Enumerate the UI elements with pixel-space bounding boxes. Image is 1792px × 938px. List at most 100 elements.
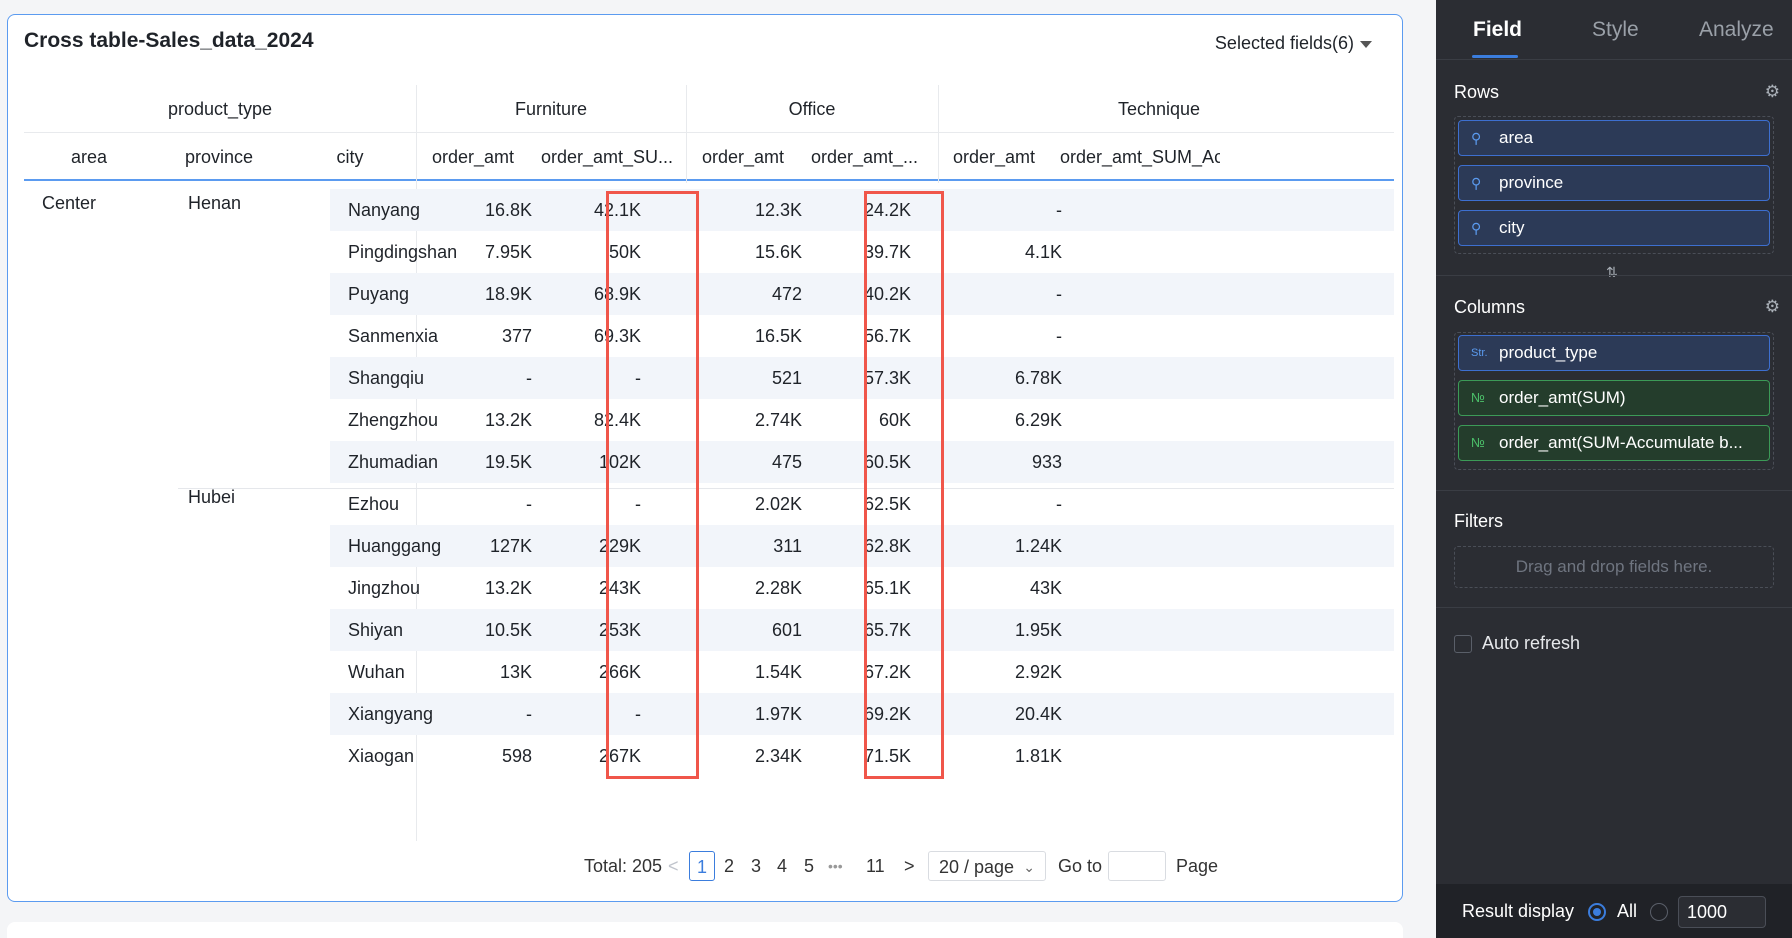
city-cell[interactable]: Sanmenxia [348, 315, 438, 363]
pagination-page-3[interactable]: 3 [751, 851, 761, 881]
pagination-page-1[interactable]: 1 [689, 851, 715, 881]
tab-field[interactable]: Field [1473, 18, 1522, 42]
value-cell[interactable]: 6.78K [962, 357, 1062, 405]
selected-fields-dropdown[interactable]: Selected fields(6) [1215, 33, 1372, 54]
header-furniture-order-amt-sum-acc[interactable]: order_amt_SU... [541, 133, 676, 181]
cross-table-card: Cross table-Sales_data_2024 Selected fie… [7, 14, 1403, 902]
value-cell[interactable]: 7.95K [432, 231, 532, 279]
auto-refresh-checkbox[interactable] [1454, 635, 1472, 653]
city-cell[interactable]: Nanyang [348, 189, 420, 237]
goto-label: Go to [1058, 856, 1103, 876]
header-province[interactable]: province [154, 133, 284, 181]
city-cell[interactable]: Zhumadian [348, 441, 438, 489]
tab-analyze[interactable]: Analyze [1699, 18, 1774, 42]
city-cell[interactable]: Shangqiu [348, 357, 424, 405]
row-field-province[interactable]: ⚲ province [1458, 165, 1770, 201]
header-office-order-amt[interactable]: order_amt [702, 133, 802, 181]
value-cell[interactable]: 13K [432, 651, 532, 699]
city-cell[interactable]: Xiaogan [348, 735, 414, 783]
city-cell[interactable]: Shiyan [348, 609, 403, 657]
value-cell[interactable]: 2.92K [962, 651, 1062, 699]
value-cell[interactable]: 598 [432, 735, 532, 783]
goto-page-input[interactable] [1108, 851, 1166, 881]
swap-rows-columns-icon[interactable]: ⇅ [1606, 264, 1618, 281]
value-cell[interactable]: 475 [702, 441, 802, 489]
value-cell[interactable]: - [962, 273, 1062, 321]
value-cell[interactable]: - [432, 483, 532, 531]
city-cell[interactable]: Zhengzhou [348, 399, 438, 447]
value-cell[interactable]: - [432, 357, 532, 405]
value-cell[interactable]: - [962, 315, 1062, 363]
value-cell[interactable]: 1.24K [962, 525, 1062, 573]
pagination-page-4[interactable]: 4 [777, 851, 787, 881]
row-field-city[interactable]: ⚲ city [1458, 210, 1770, 246]
pagination-prev-icon[interactable]: < [668, 851, 679, 881]
page-size-select[interactable]: 20 / page ⌄ [928, 851, 1046, 881]
province-cell[interactable]: Henan [188, 193, 241, 214]
header-city[interactable]: city [284, 133, 416, 181]
header-technique-order-amt-sum-acc[interactable]: order_amt_SUM_Acc [1060, 133, 1220, 181]
value-cell[interactable]: 472 [702, 273, 802, 321]
value-cell[interactable]: 12.3K [702, 189, 802, 237]
city-cell[interactable]: Jingzhou [348, 567, 420, 615]
pagination-page-2[interactable]: 2 [724, 851, 734, 881]
value-cell[interactable]: 15.6K [702, 231, 802, 279]
value-cell[interactable]: 43K [962, 567, 1062, 615]
value-cell[interactable]: 16.8K [432, 189, 532, 237]
value-cell[interactable]: 16.5K [702, 315, 802, 363]
value-cell[interactable]: 933 [962, 441, 1062, 489]
value-cell[interactable]: - [432, 693, 532, 741]
value-cell[interactable]: 13.2K [432, 567, 532, 615]
header-office-order-amt-sum-acc[interactable]: order_amt_... [811, 133, 936, 181]
value-cell[interactable]: - [962, 483, 1062, 531]
result-limit-radio[interactable] [1650, 903, 1668, 921]
value-cell[interactable]: 10.5K [432, 609, 532, 657]
result-all-radio[interactable] [1588, 903, 1606, 921]
value-cell[interactable]: 13.2K [432, 399, 532, 447]
result-limit-input[interactable]: 1000 [1678, 896, 1766, 928]
value-cell[interactable]: - [962, 189, 1062, 237]
pagination-next-icon[interactable]: > [904, 851, 915, 881]
value-cell[interactable]: 4.1K [962, 231, 1062, 279]
province-cell[interactable]: Hubei [188, 487, 235, 508]
filters-drop-zone[interactable]: Drag and drop fields here. [1454, 546, 1774, 588]
value-cell[interactable]: 377 [432, 315, 532, 363]
value-cell[interactable]: 19.5K [432, 441, 532, 489]
section-divider [1436, 275, 1792, 276]
value-cell[interactable]: 601 [702, 609, 802, 657]
pagination-ellipsis[interactable]: ••• [828, 851, 843, 881]
header-technique-order-amt[interactable]: order_amt [953, 133, 1053, 181]
value-cell[interactable]: 2.28K [702, 567, 802, 615]
header-area[interactable]: area [24, 133, 154, 181]
area-cell[interactable]: Center [42, 193, 96, 214]
city-cell[interactable]: Huanggang [348, 525, 441, 573]
city-cell[interactable]: Ezhou [348, 483, 399, 531]
value-cell[interactable]: 6.29K [962, 399, 1062, 447]
tab-style[interactable]: Style [1592, 18, 1639, 42]
value-cell[interactable]: 1.81K [962, 735, 1062, 783]
pagination-page-11[interactable]: 11 [866, 851, 885, 881]
city-cell[interactable]: Wuhan [348, 651, 405, 699]
column-separator [686, 85, 687, 183]
value-cell[interactable]: 20.4K [962, 693, 1062, 741]
value-cell[interactable]: 311 [702, 525, 802, 573]
value-cell[interactable]: 1.95K [962, 609, 1062, 657]
column-field-order-amt-sum[interactable]: № order_amt(SUM) [1458, 380, 1770, 416]
value-cell[interactable]: 18.9K [432, 273, 532, 321]
value-cell[interactable]: 1.54K [702, 651, 802, 699]
city-cell[interactable]: Puyang [348, 273, 409, 321]
columns-gear-icon[interactable]: ⚙ [1765, 297, 1780, 317]
value-cell[interactable]: 2.02K [702, 483, 802, 531]
value-cell[interactable]: 2.74K [702, 399, 802, 447]
value-cell[interactable]: 127K [432, 525, 532, 573]
value-cell[interactable]: 2.34K [702, 735, 802, 783]
value-cell[interactable]: 1.97K [702, 693, 802, 741]
city-cell[interactable]: Xiangyang [348, 693, 433, 741]
pagination-page-5[interactable]: 5 [804, 851, 814, 881]
column-field-order-amt-accumulate[interactable]: № order_amt(SUM-Accumulate b... [1458, 425, 1770, 461]
value-cell[interactable]: 521 [702, 357, 802, 405]
column-field-product-type[interactable]: Str. product_type [1458, 335, 1770, 371]
header-furniture-order-amt[interactable]: order_amt [432, 133, 532, 181]
row-field-area[interactable]: ⚲ area [1458, 120, 1770, 156]
rows-gear-icon[interactable]: ⚙ [1765, 82, 1780, 102]
